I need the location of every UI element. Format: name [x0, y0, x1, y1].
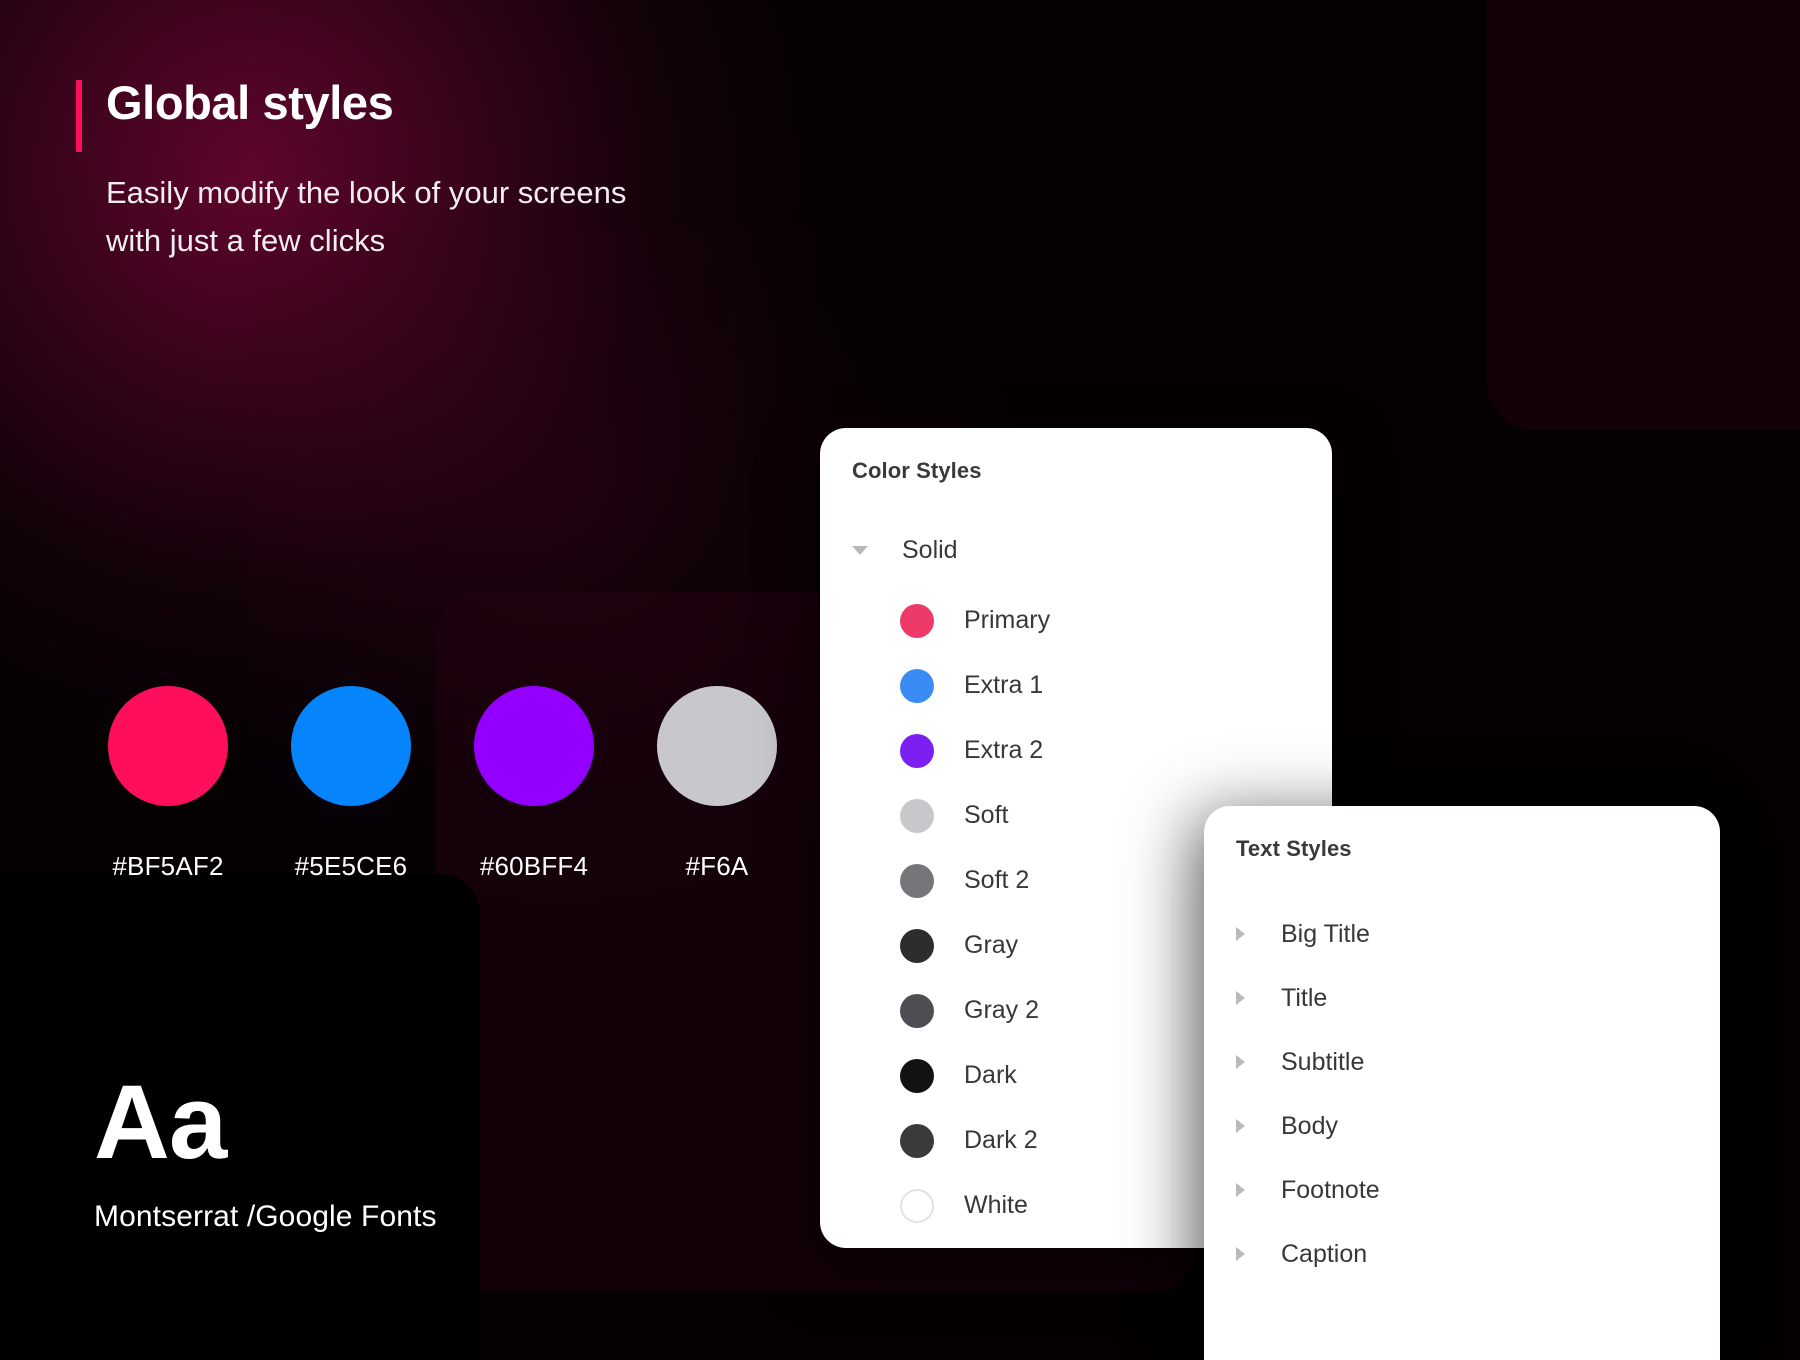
color-swatch-icon [900, 798, 934, 833]
color-style-label: Soft [964, 801, 1009, 829]
color-swatch-icon [900, 993, 934, 1028]
palette-swatch-dot [108, 686, 228, 806]
page-title: Global styles [106, 76, 394, 129]
color-style-label: White [964, 1191, 1028, 1219]
text-style-label: Big Title [1281, 919, 1370, 948]
text-styles-title: Text Styles [1236, 836, 1352, 861]
text-style-row[interactable]: Caption [1236, 1222, 1696, 1286]
color-swatch-icon [900, 1188, 934, 1223]
color-group-solid[interactable]: Solid [852, 532, 958, 568]
typography-sample: Aa [94, 1064, 227, 1181]
typography-block: Aa Montserrat /Google Fonts [94, 1070, 437, 1234]
chevron-right-icon[interactable] [1236, 1119, 1245, 1133]
palette-swatch-hex: #F6A [685, 851, 749, 881]
color-style-label: Soft 2 [964, 866, 1030, 894]
chevron-right-icon[interactable] [1236, 991, 1245, 1005]
accent-bar [76, 80, 82, 152]
color-swatch-icon [900, 928, 934, 963]
palette-swatch: #5E5CE6 [291, 686, 411, 882]
text-style-row[interactable]: Title [1236, 966, 1696, 1030]
color-swatch-icon [900, 1123, 934, 1158]
palette-swatch-hex: #5E5CE6 [294, 851, 408, 881]
text-style-row[interactable]: Subtitle [1236, 1030, 1696, 1094]
palette-swatch-hex: #BF5AF2 [112, 851, 224, 881]
color-style-row[interactable]: Primary [900, 588, 1332, 653]
chevron-down-icon[interactable] [852, 545, 868, 555]
color-swatch-icon [900, 733, 934, 768]
color-style-row[interactable]: Extra 2 [900, 718, 1332, 783]
palette-swatch: #60BFF4 [474, 686, 594, 882]
color-style-label: Gray 2 [964, 996, 1040, 1024]
design-system-showcase: Global styles Easily modify the look of … [0, 0, 1800, 1360]
color-style-label: Extra 2 [964, 736, 1044, 764]
text-style-label: Caption [1281, 1239, 1368, 1268]
text-style-label: Footnote [1281, 1175, 1380, 1204]
text-styles-card: Text Styles Big Title Title Subtitle Body Fo… [1204, 806, 1720, 1360]
color-group-label: Solid [902, 535, 958, 564]
chevron-right-icon[interactable] [1236, 1247, 1245, 1261]
color-swatch-icon [900, 668, 934, 703]
color-swatch-icon [900, 863, 934, 898]
palette-swatch-dot [657, 686, 777, 806]
color-style-label: Gray [964, 931, 1019, 959]
text-style-label: Title [1281, 983, 1328, 1012]
text-style-row[interactable]: Footnote [1236, 1158, 1696, 1222]
chevron-right-icon[interactable] [1236, 1055, 1245, 1069]
background-panel-top-right [1487, 0, 1800, 430]
text-style-row[interactable]: Big Title [1236, 902, 1696, 966]
chevron-right-icon[interactable] [1236, 927, 1245, 941]
color-style-label: Dark [964, 1061, 1017, 1089]
color-styles-title: Color Styles [852, 458, 982, 483]
text-style-label: Body [1281, 1111, 1338, 1140]
color-swatch-icon [900, 603, 934, 638]
color-style-label: Dark 2 [964, 1126, 1038, 1154]
palette-swatch-hex: #60BFF4 [479, 851, 589, 881]
color-style-label: Primary [964, 606, 1051, 634]
palette-swatch: #F6A [657, 686, 777, 882]
chevron-right-icon[interactable] [1236, 1183, 1245, 1197]
header-block: Global styles Easily modify the look of … [76, 78, 646, 264]
text-style-row[interactable]: Body [1236, 1094, 1696, 1158]
text-styles-list: Big Title Title Subtitle Body Footnote Captio… [1236, 902, 1696, 1286]
palette-swatch: #BF5AF2 [108, 686, 228, 882]
color-swatch-icon [900, 1058, 934, 1093]
typography-font-name: Montserrat /Google Fonts [94, 1200, 437, 1233]
text-style-label: Subtitle [1281, 1047, 1365, 1076]
palette-swatch-dot [474, 686, 594, 806]
color-style-label: Extra 1 [964, 671, 1044, 699]
color-style-row[interactable]: Extra 1 [900, 653, 1332, 718]
page-subtitle: Easily modify the look of your screens w… [106, 175, 627, 258]
palette-swatch-dot [291, 686, 411, 806]
